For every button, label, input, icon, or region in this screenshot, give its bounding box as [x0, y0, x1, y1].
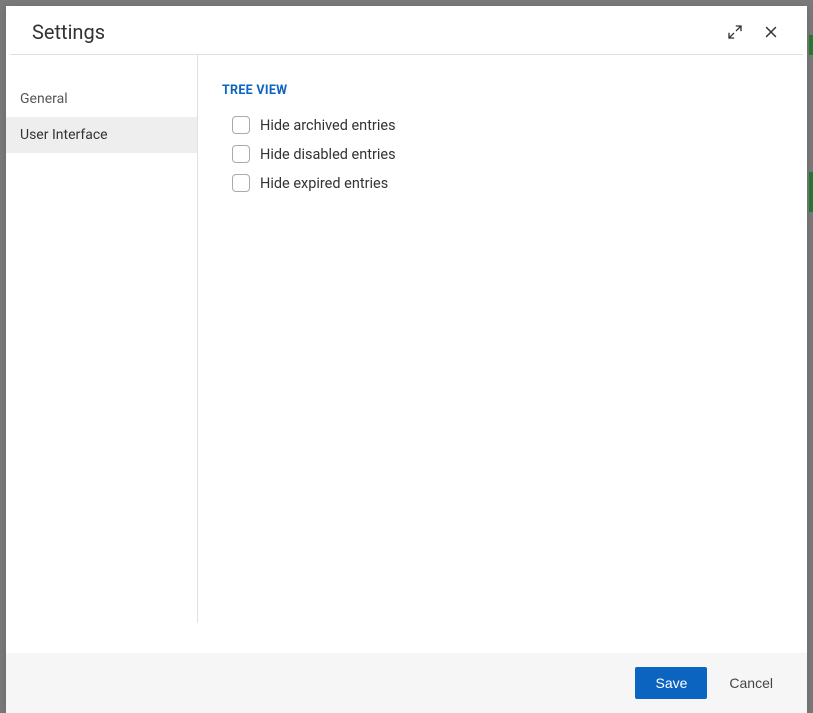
option-hide-archived[interactable]: Hide archived entries: [232, 116, 783, 134]
close-icon[interactable]: [761, 22, 781, 42]
sidebar-item-general[interactable]: General: [6, 81, 197, 117]
save-button[interactable]: Save: [635, 667, 707, 699]
checkbox-icon[interactable]: [232, 116, 250, 134]
checkbox-icon[interactable]: [232, 174, 250, 192]
checkbox-label: Hide expired entries: [260, 175, 388, 192]
modal-title: Settings: [32, 20, 105, 44]
section-title-tree-view: TREE VIEW: [222, 83, 783, 98]
checkbox-label: Hide disabled entries: [260, 146, 396, 163]
tree-view-options: Hide archived entries Hide disabled entr…: [222, 116, 783, 192]
option-hide-disabled[interactable]: Hide disabled entries: [232, 145, 783, 163]
option-hide-expired[interactable]: Hide expired entries: [232, 174, 783, 192]
settings-sidebar: General User Interface: [6, 55, 198, 623]
settings-content: TREE VIEW Hide archived entries Hide dis…: [198, 55, 807, 653]
checkbox-icon[interactable]: [232, 145, 250, 163]
checkbox-label: Hide archived entries: [260, 117, 396, 134]
header-actions: [725, 22, 781, 42]
modal-body: General User Interface TREE VIEW Hide ar…: [6, 55, 807, 653]
expand-icon[interactable]: [725, 22, 745, 42]
cancel-button[interactable]: Cancel: [719, 667, 783, 699]
modal-footer: Save Cancel: [6, 653, 807, 713]
modal-header: Settings: [10, 6, 803, 55]
settings-modal: Settings General User Interface: [6, 6, 807, 713]
sidebar-item-user-interface[interactable]: User Interface: [6, 117, 197, 153]
